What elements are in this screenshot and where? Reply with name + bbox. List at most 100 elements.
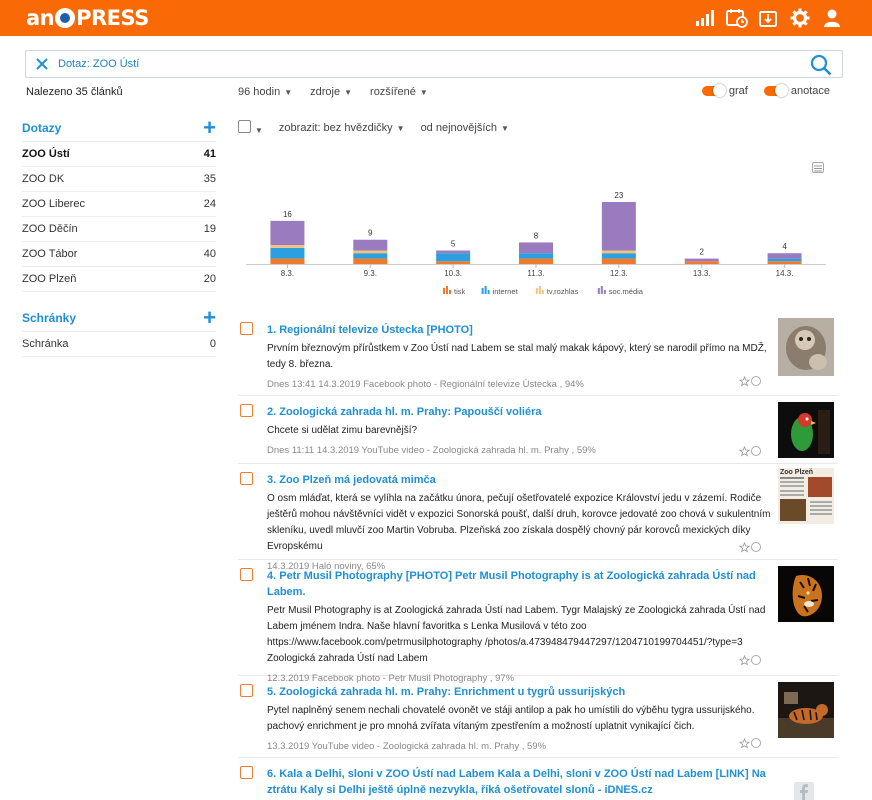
- chart-tick-label: 9.3.: [364, 269, 377, 278]
- article-item[interactable]: 3. Zoo Plzeň má jedovatá mimča O osm mlá…: [238, 464, 838, 572]
- gear-icon[interactable]: [790, 8, 810, 28]
- article-title[interactable]: 1. Regionální televize Ústecka [PHOTO]: [267, 314, 768, 338]
- article-thumbnail[interactable]: [778, 566, 834, 622]
- star-icon[interactable]: [738, 654, 751, 666]
- star-icon[interactable]: [738, 445, 751, 457]
- legend-label: internet: [493, 287, 519, 296]
- article-item[interactable]: 2. Zoologická zahrada hl. m. Prahy: Papo…: [238, 396, 838, 464]
- chart-bar-segment: [767, 261, 802, 264]
- article-checkbox[interactable]: [240, 568, 253, 581]
- filter-time-label: 96 hodin: [238, 86, 281, 98]
- star-icon[interactable]: [738, 541, 751, 553]
- sidebar-item-query[interactable]: ZOO Plzeň 20: [22, 267, 216, 292]
- sidebar-item-query[interactable]: ZOO Ústí 41: [22, 142, 216, 167]
- legend-swatch: [443, 288, 445, 294]
- query-label: ZOO Ústí: [22, 148, 70, 160]
- export-icon[interactable]: [758, 8, 778, 28]
- article-title[interactable]: 2. Zoologická zahrada hl. m. Prahy: Papo…: [267, 396, 768, 420]
- article-checkbox[interactable]: [240, 404, 253, 417]
- article-thumbnail[interactable]: [778, 682, 834, 738]
- article-item[interactable]: 4. Petr Musil Photography [PHOTO] Petr M…: [238, 560, 838, 684]
- chart-tick-label: 14.3.: [776, 269, 794, 278]
- article-title[interactable]: 6. Kala a Delhi, sloni v ZOO Ústí nad La…: [267, 758, 768, 798]
- stats-icon[interactable]: [694, 8, 714, 28]
- chart-bar-segment: [601, 253, 636, 259]
- chart-bar-segment: [601, 202, 636, 251]
- article-checkbox[interactable]: [240, 322, 253, 335]
- article-thumbnail[interactable]: [778, 402, 834, 458]
- article-checkbox[interactable]: [240, 766, 253, 779]
- add-query-icon[interactable]: +: [203, 116, 216, 139]
- star-icon[interactable]: [738, 737, 751, 749]
- chart-bar-segment: [601, 250, 636, 254]
- read-status-icon[interactable]: [751, 738, 761, 748]
- chart-bar-segment: [767, 258, 802, 262]
- star-icon[interactable]: [738, 375, 751, 387]
- sidebar-item-query[interactable]: ZOO DK 35: [22, 167, 216, 192]
- top-bar: an PRESS: [0, 0, 872, 36]
- legend-label: soc.média: [609, 287, 644, 296]
- sort-select[interactable]: od nejnovějších ▼: [421, 122, 509, 134]
- article-item[interactable]: 1. Regionální televize Ústecka [PHOTO] P…: [238, 314, 838, 396]
- read-status-icon[interactable]: [751, 542, 761, 552]
- read-status-icon[interactable]: [751, 655, 761, 665]
- article-item[interactable]: 5. Zoologická zahrada hl. m. Prahy: Enri…: [238, 676, 838, 758]
- graf-switch[interactable]: [701, 84, 726, 97]
- legend-swatch: [538, 286, 541, 294]
- mentions-chart: 16 8.3. 9 9.3. 5 10.3. 8 11.3. 23 12.3. 2 13.3. 4 14.…: [246, 191, 826, 296]
- sidebar-item-query[interactable]: ZOO Děčín 19: [22, 217, 216, 242]
- chart-tick-label: 11.3.: [527, 269, 544, 278]
- article-body: Prvním březnovým přírůstkem v Zoo Ústí n…: [267, 343, 767, 370]
- chart-tick-label: 10.3.: [444, 269, 462, 278]
- logo-text-left: an: [26, 6, 55, 30]
- chart-data-label: 4: [782, 242, 787, 251]
- toggle-anotace[interactable]: anotace: [763, 84, 830, 97]
- legend-swatch: [541, 290, 544, 294]
- search-box[interactable]: Dotaz: ZOO Ústí: [25, 50, 843, 78]
- caret-down-icon: ▼: [284, 88, 293, 97]
- app-logo[interactable]: an PRESS: [26, 6, 149, 30]
- top-icons: [694, 8, 842, 28]
- sidebar-item-query[interactable]: ZOO Tábor 40: [22, 242, 216, 267]
- chart-bar-segment: [270, 247, 305, 259]
- query-count: 35: [203, 173, 216, 185]
- sidebar-item-box[interactable]: Schránka 0: [22, 332, 216, 357]
- read-status-icon[interactable]: [751, 446, 761, 456]
- select-all[interactable]: ▼: [238, 120, 263, 136]
- box-label: Schránka: [22, 338, 69, 350]
- article-checkbox[interactable]: [240, 472, 253, 485]
- article-thumbnail[interactable]: [778, 318, 834, 376]
- article-item[interactable]: 6. Kala a Delhi, sloni v ZOO Ústí nad La…: [238, 758, 838, 800]
- article-title[interactable]: 5. Zoologická zahrada hl. m. Prahy: Enri…: [267, 676, 768, 700]
- user-icon[interactable]: [822, 8, 842, 28]
- search-icon[interactable]: [810, 54, 832, 76]
- add-box-icon[interactable]: +: [203, 306, 216, 329]
- filter-time[interactable]: 96 hodin ▼: [238, 86, 292, 98]
- clear-icon[interactable]: [35, 57, 49, 71]
- filter-advanced[interactable]: rozšířené ▼: [370, 86, 428, 98]
- calendar-clock-icon[interactable]: [726, 8, 748, 28]
- caret-down-icon[interactable]: ▼: [255, 126, 263, 135]
- anotace-switch[interactable]: [763, 84, 788, 97]
- article-checkbox[interactable]: [240, 684, 253, 697]
- article-title[interactable]: 4. Petr Musil Photography [PHOTO] Petr M…: [267, 560, 768, 600]
- show-filter[interactable]: zobrazit: bez hvězdičky ▼: [279, 122, 405, 134]
- chart-data-label: 23: [614, 191, 623, 200]
- article-title[interactable]: 3. Zoo Plzeň má jedovatá mimča: [267, 464, 768, 488]
- chart-bar-segment: [436, 261, 471, 264]
- read-status-icon[interactable]: [751, 376, 761, 386]
- queries-title: Dotazy: [22, 120, 62, 135]
- select-all-checkbox[interactable]: [238, 120, 251, 133]
- caret-down-icon: ▼: [396, 124, 405, 133]
- chart-data-label: 16: [283, 210, 292, 219]
- query-count: 19: [203, 223, 216, 235]
- filter-sources[interactable]: zdroje ▼: [310, 86, 352, 98]
- search-query[interactable]: Dotaz: ZOO Ústí: [58, 58, 139, 70]
- legend-swatch: [449, 290, 451, 294]
- chart-bar-segment: [270, 245, 305, 248]
- legend-swatch: [484, 286, 487, 294]
- article-thumbnail[interactable]: Zoo Plzeň: [778, 468, 834, 524]
- toggle-graf[interactable]: graf: [701, 84, 748, 97]
- sidebar-item-query[interactable]: ZOO Liberec 24: [22, 192, 216, 217]
